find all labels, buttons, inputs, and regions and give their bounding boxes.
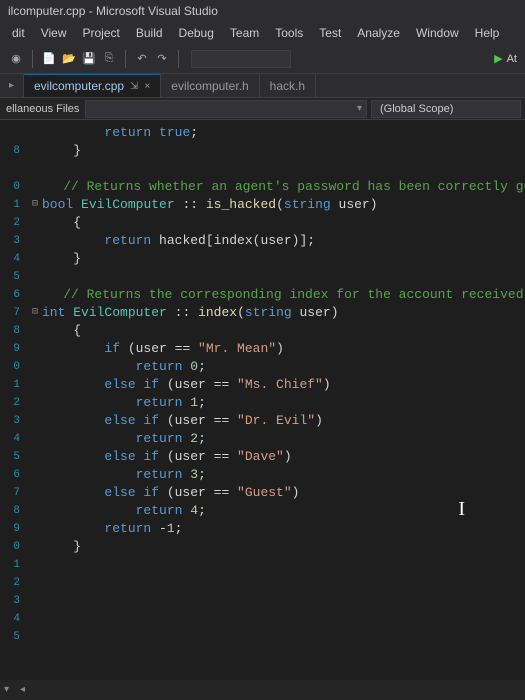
menu-item-window[interactable]: Window [408,24,467,42]
code-line[interactable]: return 4; [30,502,519,520]
redo-icon[interactable]: ↷ [154,51,170,67]
new-item-icon[interactable]: 📄 [41,51,57,67]
code-line[interactable]: else if (user == "Dave") [30,448,519,466]
menu-item-build[interactable]: Build [128,24,171,42]
nav-icon[interactable]: ◂ [20,684,32,696]
code-line[interactable]: } [30,142,519,160]
code-line[interactable] [30,574,519,592]
run-area[interactable]: ▶ At [494,52,517,65]
fold-icon[interactable]: ⊟ [30,196,40,214]
menu-item-team[interactable]: Team [222,24,267,42]
menu-item-view[interactable]: View [33,24,75,42]
code-line[interactable]: else if (user == "Ms. Chief") [30,376,519,394]
nav-scope[interactable]: (Global Scope) [371,100,521,118]
code-line[interactable]: { [30,322,519,340]
tab-label: evilcomputer.cpp [34,79,124,93]
code-line[interactable]: return -1; [30,520,519,538]
save-icon[interactable]: 💾 [81,51,97,67]
code-line[interactable]: return 2; [30,430,519,448]
open-icon[interactable]: 📂 [61,51,77,67]
nav-bar: ellaneous Files ▾ (Global Scope) [0,98,525,120]
code-line[interactable] [30,592,519,610]
menu-item-debug[interactable]: Debug [171,24,222,42]
bottom-toolbar: ▾ ◂ [0,680,525,700]
code-editor[interactable]: 801234567890123456789012345 return true;… [0,120,525,700]
toolbar: ◉ 📄 📂 💾 ⎘ ↶ ↷ ▶ At [0,44,525,74]
code-line[interactable]: else if (user == "Guest") [30,484,519,502]
text-cursor: I [458,500,465,518]
code-line[interactable]: return 1; [30,394,519,412]
menu-item-project[interactable]: Project [74,24,127,42]
code-line[interactable]: return 3; [30,466,519,484]
code-line[interactable]: ⊟int EvilComputer :: index(string user) [30,304,519,322]
config-dropdown[interactable] [191,50,291,68]
menu-item-tools[interactable]: Tools [267,24,311,42]
save-all-icon[interactable]: ⎘ [101,51,117,67]
separator [32,50,33,68]
pin-icon[interactable]: ⇲ [130,81,138,92]
tab-label: evilcomputer.h [171,79,248,93]
code-line[interactable] [30,556,519,574]
collapse-icon[interactable]: ▾ [4,684,16,696]
code-line[interactable]: } [30,538,519,556]
back-icon[interactable]: ◉ [8,51,24,67]
menu-item-help[interactable]: Help [467,24,508,42]
window-title: ilcomputer.cpp - Microsoft Visual Studio [0,0,525,22]
menu-bar: ditViewProjectBuildDebugTeamToolsTestAna… [0,22,525,44]
code-line[interactable] [30,628,519,646]
tab-row: ▸ evilcomputer.cpp ⇲ × evilcomputer.h hack.h [0,74,525,98]
tab-evilcomputer-cpp[interactable]: evilcomputer.cpp ⇲ × [24,74,161,97]
line-gutter: 801234567890123456789012345 [0,120,24,700]
separator [178,50,179,68]
separator [125,50,126,68]
undo-icon[interactable]: ↶ [134,51,150,67]
close-icon[interactable]: × [144,81,150,92]
code-line[interactable]: if (user == "Mr. Mean") [30,340,519,358]
tab-label: hack.h [270,79,305,93]
play-icon: ▶ [494,52,502,65]
menu-item-analyze[interactable]: Analyze [349,24,408,42]
code-line[interactable]: else if (user == "Dr. Evil") [30,412,519,430]
code-line[interactable] [30,268,519,286]
fold-icon[interactable]: ⊟ [30,304,40,322]
menu-item-test[interactable]: Test [311,24,349,42]
code-line[interactable]: return true; [30,124,519,142]
code-line[interactable]: ⊟bool EvilComputer :: is_hacked(string u… [30,196,519,214]
tab-scroll-icon[interactable]: ▸ [0,74,24,98]
code-line[interactable]: } [30,250,519,268]
code-area[interactable]: return true; } // Returns whether an age… [24,120,525,700]
menu-item-dit[interactable]: dit [4,24,33,42]
code-line[interactable]: // Returns the corresponding index for t… [30,286,519,304]
tab-evilcomputer-h[interactable]: evilcomputer.h [161,74,259,97]
code-line[interactable]: return 0; [30,358,519,376]
code-line[interactable] [30,610,519,628]
code-line[interactable] [30,160,519,178]
nav-dropdown-1[interactable]: ▾ [85,100,367,118]
code-line[interactable]: // Returns whether an agent's password h… [30,178,519,196]
run-label: At [507,53,517,65]
tab-hack-h[interactable]: hack.h [260,74,316,97]
nav-project[interactable]: ellaneous Files [0,98,85,119]
code-line[interactable]: { [30,214,519,232]
code-line[interactable]: return hacked[index(user)]; [30,232,519,250]
